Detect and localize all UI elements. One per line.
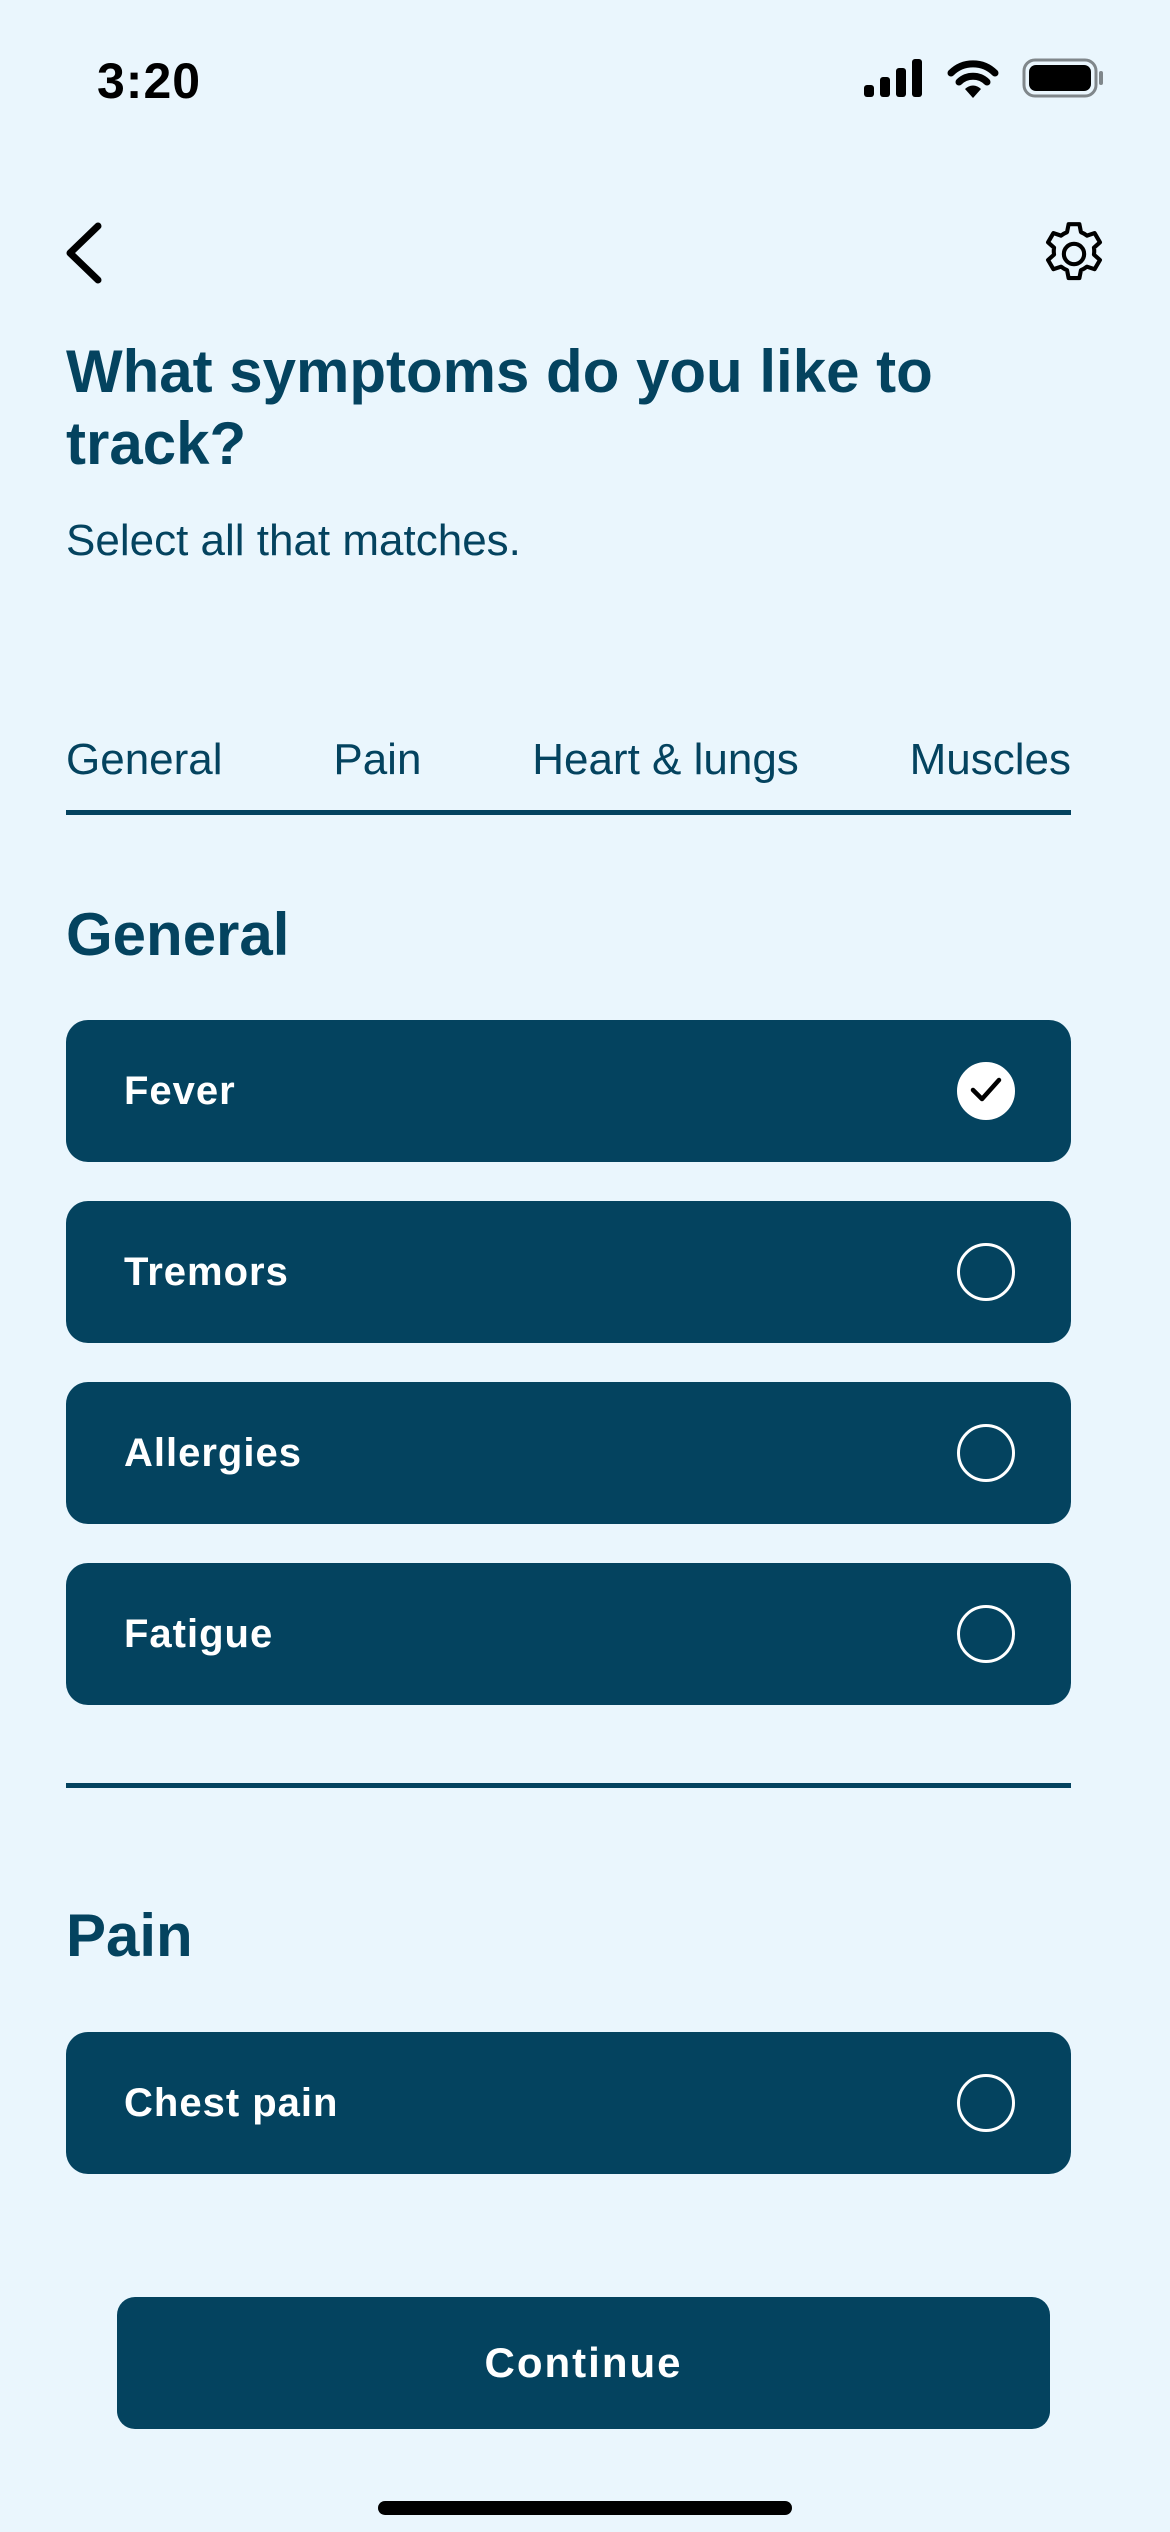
settings-button[interactable] bbox=[1036, 216, 1112, 292]
option-fever[interactable]: Fever bbox=[66, 1020, 1071, 1162]
section-title-general: General bbox=[66, 901, 290, 968]
back-button[interactable] bbox=[58, 218, 114, 288]
option-label: Allergies bbox=[124, 1430, 302, 1475]
wifi-icon bbox=[946, 58, 1000, 98]
unchecked-checkbox[interactable] bbox=[957, 2074, 1015, 2132]
unchecked-checkbox[interactable] bbox=[957, 1424, 1015, 1482]
tab-heart-lungs[interactable]: Heart & lungs bbox=[532, 730, 799, 790]
tab-muscles[interactable]: Muscles bbox=[910, 730, 1071, 790]
unchecked-checkbox[interactable] bbox=[957, 1243, 1015, 1301]
home-indicator[interactable] bbox=[378, 2501, 792, 2515]
page-subtitle: Select all that matches. bbox=[66, 516, 521, 565]
option-allergies[interactable]: Allergies bbox=[66, 1382, 1071, 1524]
option-label: Fever bbox=[124, 1068, 236, 1113]
unchecked-checkbox[interactable] bbox=[957, 1605, 1015, 1663]
category-tabs: General Pain Heart & lungs Muscles bbox=[66, 730, 1071, 815]
option-label: Tremors bbox=[124, 1249, 289, 1294]
option-label: Chest pain bbox=[124, 2080, 339, 2125]
section-title-pain: Pain bbox=[66, 1902, 193, 1969]
checkmark-icon bbox=[966, 1069, 1006, 1114]
section-divider bbox=[66, 1783, 1071, 1788]
status-icons bbox=[864, 58, 1104, 98]
status-time: 3:20 bbox=[97, 53, 202, 109]
symptom-tracker-screen: 3:20 What symptoms do you like to track?… bbox=[0, 0, 1170, 2532]
gear-icon bbox=[1036, 222, 1112, 296]
option-chest-pain[interactable]: Chest pain bbox=[66, 2032, 1071, 2174]
option-label: Fatigue bbox=[124, 1611, 274, 1656]
tab-general[interactable]: General bbox=[66, 730, 223, 790]
checked-checkbox[interactable] bbox=[957, 1062, 1015, 1120]
option-tremors[interactable]: Tremors bbox=[66, 1201, 1071, 1343]
page-title: What symptoms do you like to track? bbox=[66, 338, 933, 477]
chevron-left-icon bbox=[58, 222, 114, 292]
battery-icon bbox=[1022, 58, 1104, 98]
option-fatigue[interactable]: Fatigue bbox=[66, 1563, 1071, 1705]
cellular-signal-icon bbox=[864, 59, 924, 97]
continue-button[interactable]: Continue bbox=[117, 2297, 1050, 2429]
tab-pain[interactable]: Pain bbox=[333, 730, 421, 790]
